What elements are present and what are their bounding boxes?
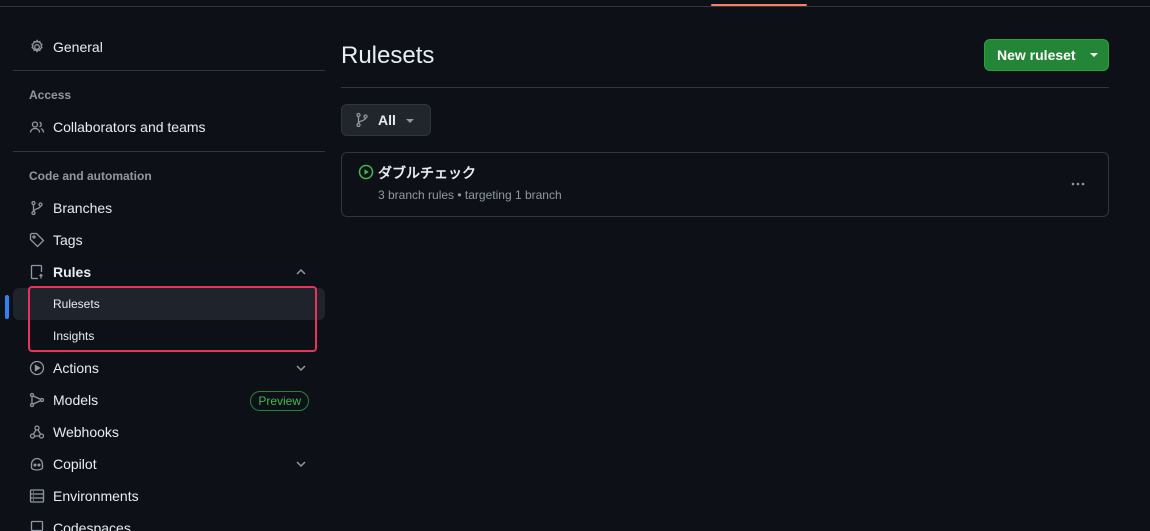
people-icon [29, 119, 45, 135]
server-icon [29, 488, 45, 504]
sidebar-item-label: General [53, 39, 103, 55]
sidebar-item-branches[interactable]: Branches [13, 192, 325, 224]
branch-icon [354, 112, 370, 128]
top-nav-border [0, 0, 1150, 7]
section-heading-code-automation: Code and automation [29, 169, 152, 183]
sidebar-item-actions[interactable]: Actions [13, 352, 325, 384]
new-ruleset-button-label: New ruleset [997, 47, 1076, 63]
sidebar-item-label: Webhooks [53, 424, 119, 440]
sidebar-item-collaborators[interactable]: Collaborators and teams [13, 111, 325, 143]
sidebar-subitem-insights[interactable]: Insights [13, 320, 325, 352]
models-icon [29, 392, 45, 408]
gear-icon [29, 39, 45, 55]
filter-label: All [378, 112, 396, 128]
rules-icon [29, 264, 45, 280]
copilot-icon [29, 456, 45, 472]
sidebar-item-label: Models [53, 392, 99, 408]
selected-tab-indicator [711, 4, 807, 6]
chevron-down-icon[interactable] [293, 456, 309, 472]
tag-icon [29, 232, 45, 248]
sidebar-item-label: Rulesets [53, 297, 100, 311]
chevron-down-icon[interactable] [293, 360, 309, 376]
sidebar-item-label: Collaborators and teams [53, 119, 206, 135]
section-heading-access: Access [29, 88, 72, 102]
preview-badge: Preview [250, 391, 309, 411]
codespaces-icon [29, 520, 45, 531]
new-ruleset-button[interactable]: New ruleset [984, 39, 1109, 71]
active-indicator [5, 295, 9, 319]
settings-sidebar: General Access Collaborators and teams C… [5, 31, 325, 531]
ruleset-name-link[interactable]: ダブルチェック [378, 163, 476, 183]
target-filter-dropdown[interactable]: All [341, 104, 431, 136]
sidebar-item-label: Codespaces [53, 520, 131, 531]
sidebar-item-label: Tags [53, 232, 83, 248]
sidebar-item-label: Actions [53, 360, 99, 376]
header-divider [341, 87, 1109, 88]
caret-down-icon [1090, 53, 1098, 57]
chevron-up-icon[interactable] [293, 264, 309, 280]
sidebar-subitem-rulesets[interactable]: Rulesets [5, 288, 325, 320]
ruleset-list-item[interactable]: ダブルチェック 3 branch rules • targeting 1 bra… [341, 152, 1109, 217]
branch-icon [29, 200, 45, 216]
ruleset-meta: 3 branch rules • targeting 1 branch [378, 188, 562, 202]
sidebar-item-tags[interactable]: Tags [13, 224, 325, 256]
active-status-icon [358, 164, 374, 180]
sidebar-item-webhooks[interactable]: Webhooks [13, 416, 325, 448]
sidebar-divider [13, 151, 325, 152]
play-circle-icon [29, 360, 45, 376]
sidebar-item-models[interactable]: Models Preview [13, 384, 325, 416]
sidebar-divider [13, 70, 325, 71]
webhook-icon [29, 424, 45, 440]
sidebar-item-label: Branches [53, 200, 113, 216]
sidebar-item-environments[interactable]: Environments [13, 480, 325, 512]
sidebar-item-label: Insights [53, 329, 95, 343]
sidebar-item-label: Rules [53, 264, 92, 280]
kebab-menu-icon[interactable] [1068, 176, 1088, 192]
sidebar-item-rules[interactable]: Rules [13, 256, 325, 288]
sidebar-item-label: Copilot [53, 456, 97, 472]
caret-down-icon [406, 119, 414, 123]
sidebar-item-copilot[interactable]: Copilot [13, 448, 325, 480]
sidebar-item-general[interactable]: General [13, 31, 325, 63]
sidebar-item-codespaces[interactable]: Codespaces [13, 512, 325, 531]
sidebar-item-label: Environments [53, 488, 139, 504]
page-title: Rulesets [341, 42, 435, 69]
